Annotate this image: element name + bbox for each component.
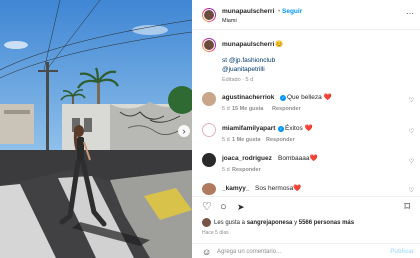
caption-username[interactable]: munapaulscherri — [222, 41, 274, 49]
comment-bubble-icon[interactable]: ○ — [220, 201, 227, 213]
post-header: munapaulscherri • Seguir Miami ··· — [192, 0, 420, 30]
comment-avatar[interactable] — [202, 92, 216, 106]
comment-likes[interactable]: 15 Me gusta — [232, 105, 263, 113]
share-send-icon[interactable]: ➤ — [237, 201, 245, 213]
reply-button[interactable]: Responder — [272, 105, 301, 113]
post-timestamp: Hace 5 días — [202, 230, 229, 236]
comment-username[interactable]: agustinacherriok — [222, 94, 274, 102]
comment-text: Bombaaaa❤️ — [278, 155, 318, 162]
caption-avatar[interactable] — [202, 38, 216, 52]
comment-age: 5 d — [222, 106, 230, 112]
comment-avatar[interactable] — [202, 123, 216, 137]
comment-input[interactable]: Agrega un comentario... — [217, 248, 281, 256]
comment-username[interactable]: miamifamilyapart — [222, 125, 275, 133]
verified-badge-icon: ✓ — [280, 95, 286, 101]
post-photo[interactable]: › — [0, 0, 192, 258]
comment-text: Éxitos ❤️ — [285, 125, 313, 132]
comment-text: Sos hermosa❤️ — [255, 185, 302, 192]
comment-age: 5 d — [222, 137, 230, 143]
like-heart-icon[interactable]: ♡ — [202, 201, 212, 213]
emoji-picker-icon[interactable]: ☺ — [202, 247, 211, 257]
likes-prefix: Les gusta a — [214, 220, 246, 226]
likes-others[interactable]: 5566 personas más — [299, 220, 354, 226]
comment-like-heart-icon[interactable]: ♡ — [409, 187, 414, 194]
comment-age: 5 d — [222, 167, 230, 173]
chevron-right-icon: › — [182, 126, 186, 136]
likes-summary[interactable]: Les gusta a sangrejaponesa y 5566 person… — [214, 219, 354, 227]
caption-meta: Editado · 5 d — [222, 77, 254, 83]
comment-text: Que belleza ❤️ — [287, 94, 332, 101]
comment-like-heart-icon[interactable]: ♡ — [409, 128, 414, 135]
comment-like-heart-icon[interactable]: ♡ — [409, 97, 414, 104]
post-location[interactable]: Miami — [222, 17, 237, 25]
more-options-icon[interactable]: ··· — [406, 9, 414, 18]
author-avatar[interactable] — [202, 8, 216, 22]
liker-avatar[interactable] — [202, 218, 211, 227]
comment-like-heart-icon[interactable]: ♡ — [409, 158, 414, 165]
caption-line-1[interactable]: st @jp.fashionclub — [222, 57, 275, 65]
separator-dot: • — [278, 8, 281, 15]
comment-avatar[interactable] — [202, 153, 216, 167]
reply-button[interactable]: Responder — [266, 136, 295, 144]
post-details-panel: munapaulscherri • Seguir Miami ··· munap… — [192, 0, 420, 258]
caption-line-2[interactable]: @juanitapetrilli — [222, 66, 265, 74]
comment-username[interactable]: _kamyy_ — [222, 185, 249, 193]
carousel-next-button[interactable]: › — [178, 125, 190, 137]
reply-button[interactable]: Responder — [232, 166, 261, 174]
verified-badge-icon: ✓ — [278, 126, 284, 132]
comment-username[interactable]: joaca_rodriguez — [222, 155, 272, 163]
likes-connector: y — [294, 220, 298, 226]
street-scene-image — [0, 0, 192, 258]
save-bookmark-icon[interactable]: ⌑ — [404, 201, 410, 213]
likes-user[interactable]: sangrejaponesa — [247, 220, 293, 226]
post-actions-bar: ♡ ○ ➤ ⌑ — [192, 196, 420, 216]
add-comment-row: ☺ Agrega un comentario... Publicar — [192, 243, 420, 258]
follow-button[interactable]: Seguir — [282, 8, 302, 16]
author-username[interactable]: munapaulscherri — [222, 8, 274, 16]
publish-button[interactable]: Publicar — [390, 248, 414, 256]
comment-likes[interactable]: 1 Me gusta — [232, 136, 260, 144]
caption-emoji: 😊 — [275, 41, 284, 48]
comment-avatar[interactable] — [202, 183, 216, 195]
